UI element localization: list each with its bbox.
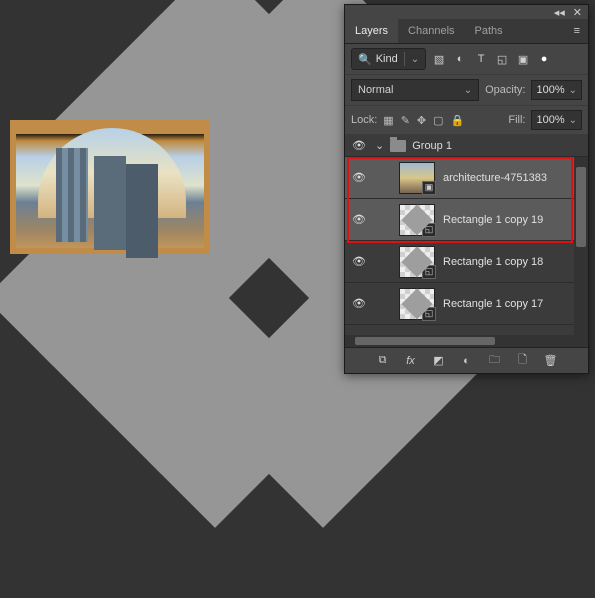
fill-label: Fill: bbox=[508, 114, 525, 126]
tab-channels[interactable]: Channels bbox=[398, 19, 464, 43]
opacity-value: 100% bbox=[536, 84, 564, 96]
layer-row[interactable]: 👁 ◱ Rectangle 1 copy 18 bbox=[345, 241, 588, 283]
blend-mode-select[interactable]: Normal bbox=[351, 79, 479, 101]
panel-tabs: Layers Channels Paths ≡ bbox=[345, 19, 588, 44]
visibility-icon[interactable]: 👁 bbox=[349, 213, 369, 226]
chevron-down-icon bbox=[569, 84, 577, 96]
visibility-icon[interactable]: 👁 bbox=[349, 139, 369, 152]
collapse-icon[interactable]: ◂◂ bbox=[554, 6, 565, 19]
layer-thumbnail: ▣ bbox=[399, 162, 435, 194]
opacity-label: Opacity: bbox=[485, 84, 525, 96]
adjustment-layer-icon[interactable]: ◐ bbox=[460, 355, 474, 367]
panel-menu-icon[interactable]: ≡ bbox=[566, 19, 588, 43]
shape-badge: ◱ bbox=[422, 307, 436, 321]
tab-paths[interactable]: Paths bbox=[465, 19, 513, 43]
chevron-down-icon bbox=[464, 84, 472, 96]
filter-adjust-icon[interactable]: ◐ bbox=[453, 53, 467, 65]
layer-name: Rectangle 1 copy 19 bbox=[443, 214, 543, 226]
close-icon[interactable]: ✕ bbox=[573, 6, 582, 19]
layers-list: 👁 ⌄ Group 1 👁 ▣ architecture-4751383 👁 ◱… bbox=[345, 135, 588, 335]
fill-value: 100% bbox=[536, 114, 564, 126]
delete-layer-icon[interactable]: 🗑 bbox=[544, 354, 558, 367]
blend-mode-value: Normal bbox=[358, 84, 393, 96]
layer-group[interactable]: 👁 ⌄ Group 1 bbox=[345, 135, 588, 157]
tab-layers[interactable]: Layers bbox=[345, 19, 398, 43]
lock-transparent-icon[interactable]: ▦ bbox=[383, 114, 393, 127]
layer-mask-icon[interactable]: ◩ bbox=[432, 354, 446, 367]
filter-type-icon[interactable]: T bbox=[474, 53, 488, 65]
chevron-down-icon bbox=[569, 114, 577, 126]
search-icon: 🔍 bbox=[358, 53, 372, 66]
shape-badge: ◱ bbox=[422, 223, 436, 237]
opacity-input[interactable]: 100% bbox=[531, 80, 582, 100]
layer-name: Rectangle 1 copy 18 bbox=[443, 256, 543, 268]
filter-type-select[interactable]: 🔍 Kind bbox=[351, 48, 426, 70]
lock-image-icon[interactable]: ✎ bbox=[401, 114, 410, 127]
filter-shape-icon[interactable]: ◱ bbox=[495, 53, 509, 66]
layer-thumbnail: ◱ bbox=[399, 288, 435, 320]
visibility-icon[interactable]: 👁 bbox=[349, 255, 369, 268]
layer-thumbnail: ◱ bbox=[399, 246, 435, 278]
lock-label: Lock: bbox=[351, 114, 377, 126]
layer-thumbnail: ◱ bbox=[399, 204, 435, 236]
horizontal-scrollbar[interactable] bbox=[345, 335, 588, 347]
vertical-scrollbar[interactable] bbox=[574, 157, 588, 335]
lock-all-icon[interactable]: 🔒 bbox=[451, 114, 465, 127]
layer-name: Rectangle 1 copy 17 bbox=[443, 298, 543, 310]
visibility-icon[interactable]: 👁 bbox=[349, 171, 369, 184]
filter-smart-icon[interactable]: ▣ bbox=[516, 53, 530, 66]
lock-position-icon[interactable]: ✥ bbox=[417, 114, 426, 127]
disclosure-icon[interactable]: ⌄ bbox=[375, 139, 384, 152]
shape-badge: ◱ bbox=[422, 265, 436, 279]
layer-name: architecture-4751383 bbox=[443, 172, 547, 184]
lock-artboard-icon[interactable]: ▢ bbox=[433, 114, 443, 127]
new-group-icon[interactable]: 🗀 bbox=[488, 351, 502, 370]
new-layer-icon[interactable]: 🗋 bbox=[516, 351, 530, 370]
chevron-down-icon bbox=[411, 53, 419, 65]
layers-panel: ◂◂ ✕ Layers Channels Paths ≡ 🔍 Kind ▧ ◐ … bbox=[344, 4, 589, 374]
link-layers-icon[interactable]: ⧉ bbox=[376, 354, 390, 367]
folder-icon bbox=[390, 140, 406, 152]
filter-pixel-icon[interactable]: ▧ bbox=[432, 53, 446, 66]
smart-object-badge: ▣ bbox=[422, 181, 436, 195]
layer-row[interactable]: 👁 ▣ architecture-4751383 bbox=[345, 157, 588, 199]
filter-label: Kind bbox=[376, 53, 398, 65]
filter-toggle-icon[interactable]: ● bbox=[537, 53, 551, 65]
layers-footer: ⧉ fx ◩ ◐ 🗀 🗋 🗑 bbox=[345, 347, 588, 373]
layer-style-icon[interactable]: fx bbox=[404, 355, 418, 367]
placed-image bbox=[10, 120, 210, 254]
layer-row[interactable]: 👁 ◱ Rectangle 1 copy 19 bbox=[345, 199, 588, 241]
visibility-icon[interactable]: 👁 bbox=[349, 297, 369, 310]
layer-row[interactable]: 👁 ◱ Rectangle 1 copy 17 bbox=[345, 283, 588, 325]
fill-input[interactable]: 100% bbox=[531, 110, 582, 130]
group-name: Group 1 bbox=[412, 140, 452, 152]
